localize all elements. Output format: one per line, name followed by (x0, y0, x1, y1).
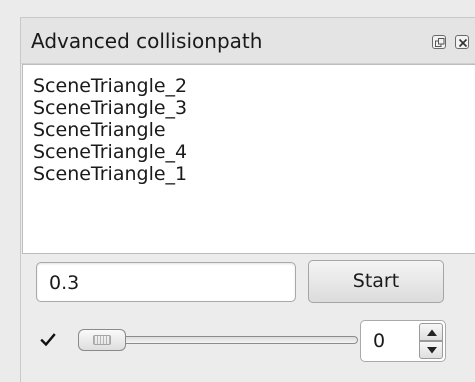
arrow-down-icon (427, 347, 437, 354)
panel-title: Advanced collisionpath (31, 29, 263, 53)
list-item[interactable]: SceneTriangle_4 (33, 140, 187, 164)
float-icon[interactable] (432, 35, 446, 49)
enable-checkbox[interactable] (40, 332, 56, 348)
spinbox-value: 0 (373, 330, 386, 352)
close-icon[interactable] (455, 35, 469, 49)
slider-grip-icon (93, 335, 111, 345)
list-item[interactable]: SceneTriangle_1 (33, 162, 187, 186)
value-spinbox[interactable]: 0 (360, 320, 446, 362)
panel-titlebar: Advanced collisionpath (21, 18, 475, 64)
value-input-text: 0.3 (49, 272, 80, 294)
checkmark-icon (40, 333, 56, 347)
arrow-up-icon (427, 329, 437, 336)
list-item[interactable]: SceneTriangle_2 (33, 74, 187, 98)
slider-handle[interactable] (78, 329, 126, 351)
spin-down-button[interactable] (419, 341, 443, 359)
start-button[interactable]: Start (308, 260, 444, 303)
objects-list[interactable]: SceneTriangle_2 SceneTriangle_3 SceneTri… (22, 64, 475, 254)
list-item[interactable]: SceneTriangle_3 (33, 96, 187, 120)
spin-up-button[interactable] (419, 323, 443, 341)
list-item[interactable]: SceneTriangle (33, 118, 166, 142)
dock-panel: Advanced collisionpath SceneTriangle_2 S… (20, 17, 475, 382)
value-input[interactable]: 0.3 (36, 262, 296, 302)
